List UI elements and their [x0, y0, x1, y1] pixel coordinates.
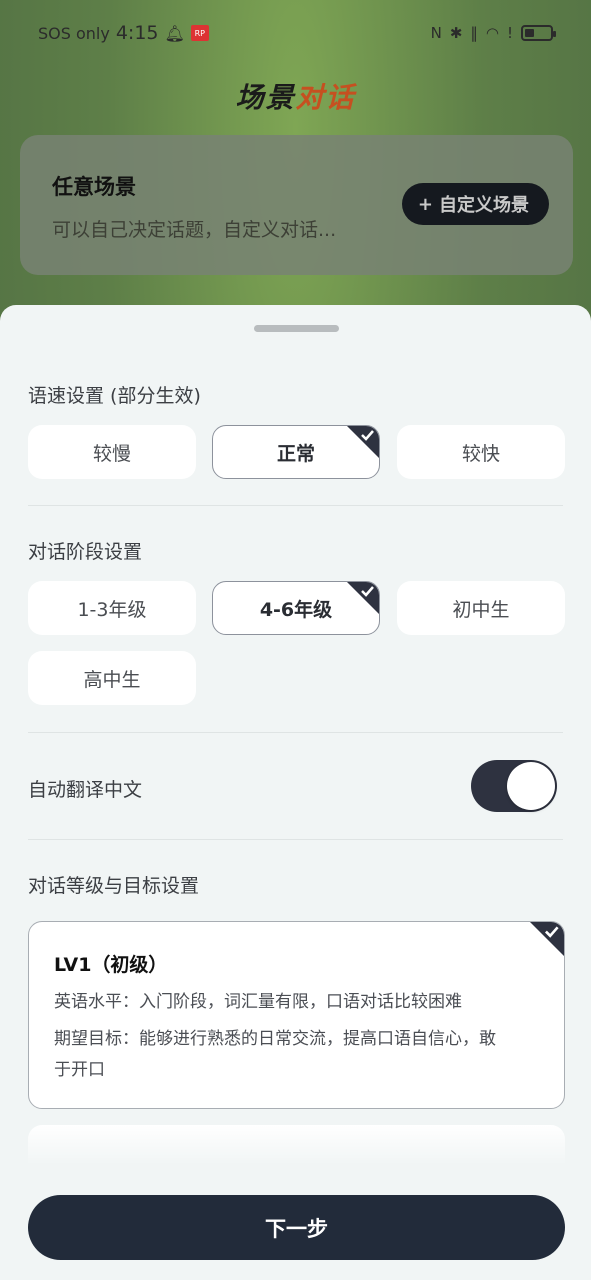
custom-scene-button[interactable]: + 自定义场景: [401, 183, 549, 225]
page-title: 场景对话: [235, 81, 356, 114]
level-card-title: LV1（初级）: [54, 954, 168, 976]
level-goal-description-cont: 于开口: [54, 1060, 105, 1080]
level-card-next-peek[interactable]: [28, 1125, 565, 1165]
selected-check-icon: [347, 582, 379, 614]
scene-card[interactable]: 任意场景 可以自己决定话题，自定义对话... + 自定义场景: [20, 135, 573, 275]
speed-section-label: 语速设置 (部分生效): [28, 385, 201, 407]
level-section-label: 对话等级与目标设置: [28, 875, 200, 897]
bell-icon: 🔔︎: [164, 23, 185, 43]
notification-app-icon: RP: [190, 25, 209, 41]
level-card-lv1[interactable]: LV1（初级） 英语水平：入门阶段，词汇量有限，口语对话比较困难 期望目标：能够…: [28, 921, 565, 1109]
stage-option-grade-1-3[interactable]: 1-3年级: [28, 581, 196, 635]
custom-scene-label: 自定义场景: [439, 195, 529, 216]
speed-option-fast[interactable]: 较快: [397, 425, 565, 479]
plus-icon: +: [417, 193, 433, 215]
speed-option-slow[interactable]: 较慢: [28, 425, 196, 479]
clock-time: 4:15: [115, 22, 159, 44]
speed-option-normal[interactable]: 正常: [212, 425, 380, 479]
settings-bottom-sheet: 语速设置 (部分生效) 较慢 正常 较快 对话阶段设置 1-3年级 4-6年级 …: [0, 305, 591, 1280]
selected-check-icon: [347, 426, 379, 458]
divider: [28, 505, 563, 506]
alert-icon: !: [506, 24, 513, 42]
status-right: N ✱ ‖ ◠ !: [430, 24, 556, 42]
auto-translate-label: 自动翻译中文: [28, 779, 143, 801]
selected-check-icon: [530, 922, 564, 956]
divider: [28, 839, 563, 840]
stage-option-junior-high[interactable]: 初中生: [397, 581, 565, 635]
nfc-icon: N: [430, 24, 442, 42]
carrier-text: SOS only: [38, 23, 110, 43]
sheet-drag-handle[interactable]: [254, 325, 339, 332]
battery-icon: [521, 25, 556, 41]
scene-card-title: 任意场景: [52, 175, 136, 199]
wifi-icon: ◠: [485, 24, 499, 42]
toggle-knob: [507, 762, 555, 810]
scene-card-description: 可以自己决定话题，自定义对话...: [52, 219, 337, 241]
level-goal-description: 期望目标：能够进行熟悉的日常交流，提高口语自信心，敢: [54, 1029, 496, 1049]
stage-section-label: 对话阶段设置: [28, 541, 143, 563]
stage-option-grade-4-6[interactable]: 4-6年级: [212, 581, 380, 635]
divider: [28, 732, 563, 733]
stage-option-senior-high[interactable]: 高中生: [28, 651, 196, 705]
bluetooth-icon: ✱: [449, 24, 463, 42]
auto-translate-toggle[interactable]: [471, 760, 557, 812]
next-step-button[interactable]: 下一步: [28, 1195, 565, 1260]
status-left: SOS only 4:15 🔔︎ RP: [38, 22, 209, 44]
vibrate-icon: ‖: [470, 24, 478, 42]
status-bar: SOS only 4:15 🔔︎ RP N ✱ ‖ ◠ !: [0, 0, 591, 66]
level-english-description: 英语水平：入门阶段，词汇量有限，口语对话比较困难: [54, 992, 462, 1012]
